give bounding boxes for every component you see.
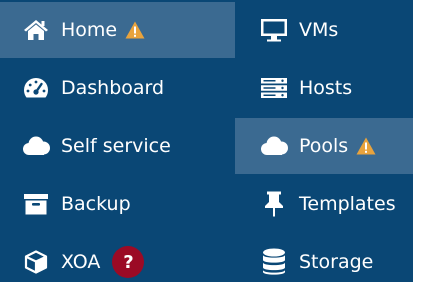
menu-item-label: Dashboard bbox=[61, 77, 165, 99]
menu-item-templates[interactable]: Templates bbox=[235, 176, 413, 232]
menu-item-xoa[interactable]: XOA ? bbox=[0, 234, 235, 282]
warning-icon bbox=[356, 137, 376, 155]
dashboard-icon bbox=[21, 74, 51, 102]
desktop-icon bbox=[259, 16, 289, 44]
cloud-icon bbox=[21, 132, 51, 160]
menu-item-label: Backup bbox=[61, 193, 131, 215]
menu-item-label: Templates bbox=[299, 193, 396, 215]
cube-icon bbox=[21, 248, 51, 276]
menu-item-label: Pools bbox=[299, 135, 349, 157]
menu-item-vms[interactable]: VMs bbox=[235, 2, 413, 58]
menu-item-label: Hosts bbox=[299, 77, 353, 99]
thumbtack-icon bbox=[259, 190, 289, 218]
menu-item-label: Storage bbox=[299, 251, 374, 273]
menu-item-hosts[interactable]: Hosts bbox=[235, 60, 413, 116]
cloud-icon bbox=[259, 132, 289, 160]
server-icon bbox=[259, 74, 289, 102]
menu-item-label: VMs bbox=[299, 19, 339, 41]
home-icon bbox=[21, 16, 51, 44]
menu-item-pools[interactable]: Pools bbox=[235, 118, 413, 174]
navigation-menu: Home Dashboard Self service Backup XOA ?… bbox=[0, 0, 423, 282]
warning-icon bbox=[125, 21, 145, 39]
menu-item-home[interactable]: Home bbox=[0, 2, 235, 58]
menu-item-label: XOA bbox=[61, 251, 101, 273]
menu-item-label: Self service bbox=[61, 135, 171, 157]
menu-item-dashboard[interactable]: Dashboard bbox=[0, 60, 235, 116]
main-menu-column: Home Dashboard Self service Backup XOA ? bbox=[0, 0, 235, 282]
database-icon bbox=[259, 248, 289, 276]
help-badge[interactable]: ? bbox=[112, 246, 145, 278]
menu-item-label: Home bbox=[61, 19, 118, 41]
menu-item-storage[interactable]: Storage bbox=[235, 234, 413, 282]
submenu-column: VMs Hosts Pools Templates Storage bbox=[235, 0, 413, 282]
menu-item-self-service[interactable]: Self service bbox=[0, 118, 235, 174]
menu-item-backup[interactable]: Backup bbox=[0, 176, 235, 232]
archive-icon bbox=[21, 190, 51, 218]
